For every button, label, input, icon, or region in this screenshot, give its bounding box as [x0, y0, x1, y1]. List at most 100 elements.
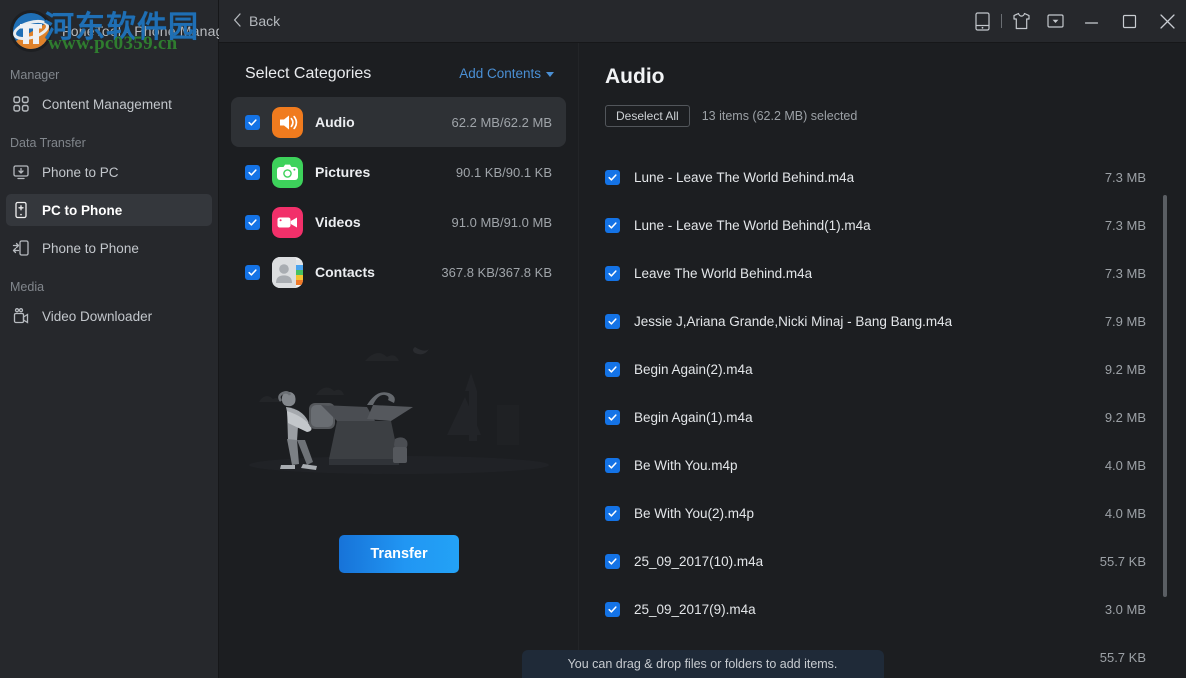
- category-row-contacts[interactable]: Contacts 367.8 KB/367.8 KB: [231, 247, 566, 297]
- phone-plus-icon: [12, 201, 30, 219]
- file-row[interactable]: Be With You.m4p 4.0 MB: [579, 441, 1186, 489]
- main-area: Back: [219, 0, 1186, 678]
- sidebar-item-phone-to-phone[interactable]: Phone to Phone: [6, 232, 212, 264]
- audio-speaker-icon: [272, 107, 303, 138]
- transfer-button-wrap: Transfer: [219, 535, 579, 573]
- file-size: 4.0 MB: [1105, 506, 1146, 521]
- file-checkbox[interactable]: [605, 506, 620, 521]
- add-contents-label: Add Contents: [459, 66, 541, 81]
- file-size: 9.2 MB: [1105, 410, 1146, 425]
- monitor-download-icon: [12, 163, 30, 181]
- file-list[interactable]: Lune - Leave The World Behind.m4a7.3 MBL…: [579, 153, 1186, 678]
- file-row[interactable]: Begin Again(1).m4a 9.2 MB: [579, 393, 1186, 441]
- brand-title: FoneTool - Phone Manager: [62, 23, 236, 39]
- category-row-pictures[interactable]: Pictures 90.1 KB/90.1 KB: [231, 147, 566, 197]
- file-name: Be With You.m4p: [634, 458, 738, 473]
- file-size: 7.9 MB: [1105, 314, 1146, 329]
- minimize-icon[interactable]: [1072, 0, 1110, 43]
- category-checkbox[interactable]: [245, 115, 260, 130]
- sidebar-item-label: Phone to Phone: [42, 241, 139, 256]
- sidebar-item-phone-to-pc[interactable]: Phone to PC: [6, 156, 212, 188]
- device-icon[interactable]: [965, 0, 999, 43]
- file-toolbar: Deselect All 13 items (62.2 MB) selected: [579, 89, 1186, 127]
- page-title: Audio: [579, 43, 1186, 89]
- video-icon: [272, 207, 303, 238]
- transfer-button[interactable]: Transfer: [339, 535, 459, 573]
- sidebar-group-data-transfer: Data Transfer: [0, 130, 218, 156]
- category-label: Videos: [315, 214, 361, 230]
- file-row[interactable]: Be With You(2).m4p 4.0 MB: [579, 489, 1186, 537]
- file-name: Begin Again(1).m4a: [634, 410, 753, 425]
- file-checkbox[interactable]: [605, 218, 620, 233]
- file-row[interactable]: 25_09_2017(10).m4a 55.7 KB: [579, 537, 1186, 585]
- file-checkbox[interactable]: [605, 602, 620, 617]
- titlebar: Back: [219, 0, 1186, 43]
- drag-drop-hint-toast: You can drag & drop files or folders to …: [522, 650, 884, 678]
- sidebar: FoneTool - Phone Manager Manager Content…: [0, 0, 219, 678]
- file-checkbox[interactable]: [605, 554, 620, 569]
- add-contents-button[interactable]: Add Contents: [459, 66, 554, 81]
- file-row[interactable]: Begin Again(2).m4a 9.2 MB: [579, 345, 1186, 393]
- back-label: Back: [249, 13, 280, 29]
- sidebar-item-content-management[interactable]: Content Management: [6, 88, 212, 120]
- file-checkbox[interactable]: [605, 314, 620, 329]
- file-size: 7.3 MB: [1105, 170, 1146, 185]
- theme-shirt-icon[interactable]: [1004, 0, 1038, 43]
- file-row[interactable]: Lune - Leave The World Behind.m4a 7.3 MB: [579, 153, 1186, 201]
- file-panel: Audio Deselect All 13 items (62.2 MB) se…: [579, 43, 1186, 678]
- category-checkbox[interactable]: [245, 215, 260, 230]
- sidebar-group-manager: Manager: [0, 62, 218, 88]
- category-checkbox[interactable]: [245, 265, 260, 280]
- categories-list: Audio62.2 MB/62.2 MB Pictures 90.1 KB/90.1…: [219, 97, 578, 297]
- file-size: 7.3 MB: [1105, 218, 1146, 233]
- vertical-scrollbar[interactable]: [1163, 195, 1167, 597]
- file-name: 25_09_2017(10).m4a: [634, 554, 763, 569]
- file-size: 7.3 MB: [1105, 266, 1146, 281]
- category-label: Contacts: [315, 264, 375, 280]
- sidebar-item-pc-to-phone[interactable]: PC to Phone: [6, 194, 212, 226]
- grid-icon: [12, 95, 30, 113]
- file-name: Be With You(2).m4p: [634, 506, 754, 521]
- sidebar-item-video-downloader[interactable]: Video Downloader: [6, 300, 212, 332]
- contacts-icon: [272, 257, 303, 288]
- file-checkbox[interactable]: [605, 170, 620, 185]
- dropdown-icon[interactable]: [1038, 0, 1072, 43]
- content-area: Select Categories Add Contents Audio62.2…: [219, 43, 1186, 678]
- video-camera-icon: [12, 307, 30, 325]
- file-row[interactable]: Leave The World Behind.m4a 7.3 MB: [579, 249, 1186, 297]
- camera-icon: [272, 157, 303, 188]
- file-name: Begin Again(2).m4a: [634, 362, 753, 377]
- file-size: 4.0 MB: [1105, 458, 1146, 473]
- file-row[interactable]: 25_09_2017(9).m4a3.0 MB: [579, 585, 1186, 633]
- deselect-all-button[interactable]: Deselect All: [605, 105, 690, 127]
- file-name: Leave The World Behind.m4a: [634, 266, 812, 281]
- file-row[interactable]: Jessie J,Ariana Grande,Nicki Minaj - Ban…: [579, 297, 1186, 345]
- back-button[interactable]: Back: [219, 0, 292, 43]
- category-size: 90.1 KB/90.1 KB: [456, 165, 552, 180]
- file-row[interactable]: Lune - Leave The World Behind(1).m4a7.3 …: [579, 201, 1186, 249]
- file-size: 3.0 MB: [1105, 602, 1146, 617]
- category-row-audio[interactable]: Audio62.2 MB/62.2 MB: [231, 97, 566, 147]
- close-icon[interactable]: [1148, 0, 1186, 43]
- category-checkbox[interactable]: [245, 165, 260, 180]
- toast-message: You can drag & drop files or folders to …: [568, 657, 838, 671]
- category-label: Pictures: [315, 164, 370, 180]
- file-name: Lune - Leave The World Behind.m4a: [634, 170, 854, 185]
- titlebar-actions: [965, 0, 1186, 43]
- file-checkbox[interactable]: [605, 362, 620, 377]
- category-size: 367.8 KB/367.8 KB: [441, 265, 552, 280]
- sidebar-item-label: Content Management: [42, 97, 172, 112]
- brand-header: FoneTool - Phone Manager: [0, 0, 218, 62]
- category-row-videos[interactable]: Videos 91.0 MB/91.0 MB: [231, 197, 566, 247]
- file-size: 55.7 KB: [1100, 554, 1146, 569]
- category-size: 62.2 MB/62.2 MB: [452, 115, 552, 130]
- categories-header: Select Categories Add Contents: [219, 43, 578, 83]
- categories-title: Select Categories: [245, 65, 371, 83]
- file-checkbox[interactable]: [605, 266, 620, 281]
- category-size: 91.0 MB/91.0 MB: [452, 215, 552, 230]
- maximize-icon[interactable]: [1110, 0, 1148, 43]
- file-size: 9.2 MB: [1105, 362, 1146, 377]
- phone-transfer-icon: [12, 239, 30, 257]
- file-checkbox[interactable]: [605, 458, 620, 473]
- file-checkbox[interactable]: [605, 410, 620, 425]
